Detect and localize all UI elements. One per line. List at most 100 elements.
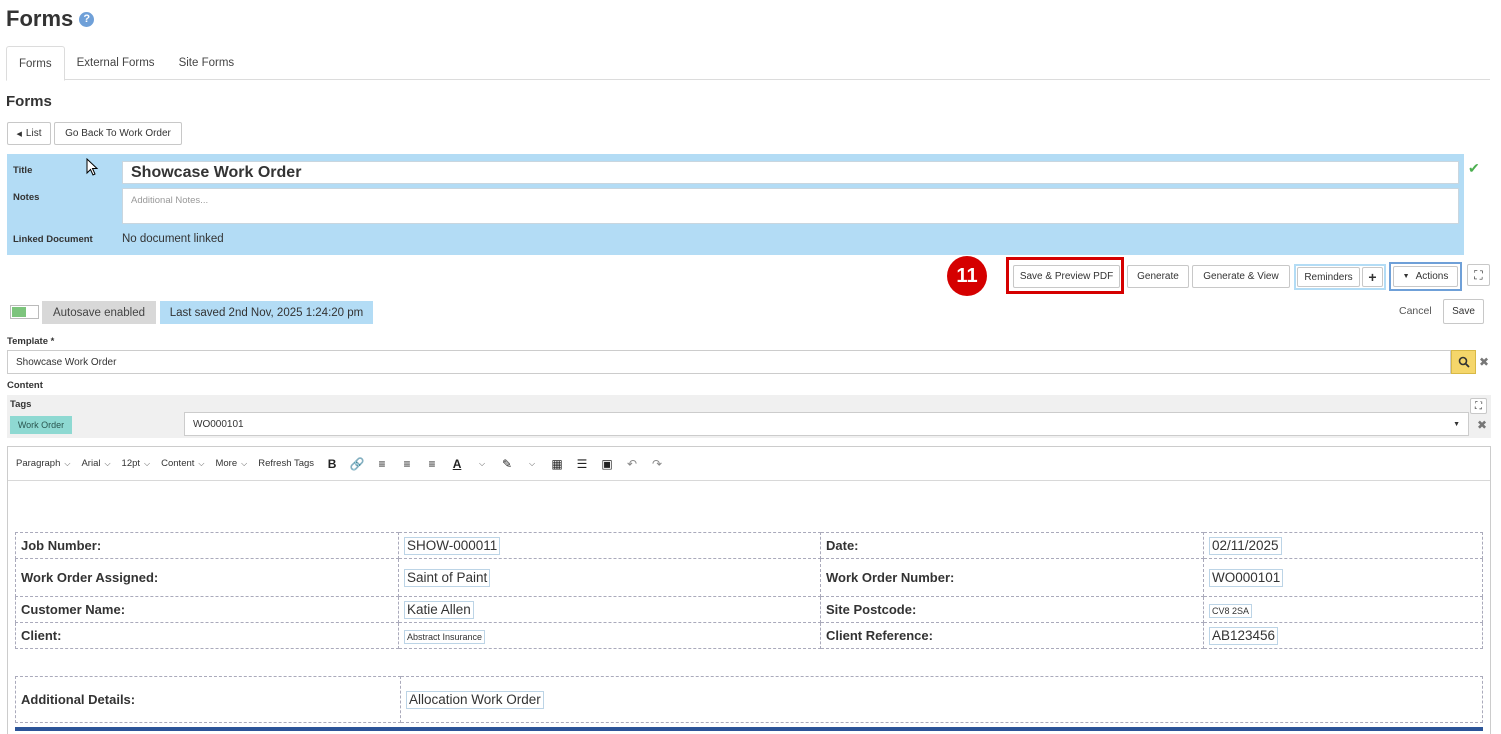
search-icon-glyph (1458, 356, 1470, 368)
content-label: Content (7, 380, 43, 391)
table-row: Customer Name: Katie Allen Site Postcode… (15, 596, 1483, 623)
highlight-icon[interactable]: ✎ (496, 453, 518, 475)
font-select-label: Arial (81, 458, 101, 469)
clear-template-icon[interactable]: ✖ (1479, 355, 1489, 369)
chevron-down-icon: ⌵ (198, 458, 205, 468)
notes-label: Notes (13, 192, 40, 203)
fullscreen-icon[interactable]: ⛶ (1467, 264, 1490, 286)
toggle-knob (12, 307, 26, 317)
cancel-link[interactable]: Cancel (1399, 305, 1432, 317)
check-icon: ✔ (1468, 160, 1480, 176)
search-icon[interactable] (1451, 350, 1476, 374)
tag-chip[interactable]: Work Order (10, 416, 72, 434)
caret-down-icon: ▼ (1402, 273, 1410, 280)
field-value: AB123456 (1209, 626, 1279, 645)
content-menu[interactable]: Content ⌵ (157, 453, 208, 475)
field-value: Allocation Work Order (406, 690, 544, 709)
align-center-icon[interactable]: ≡ (396, 453, 418, 475)
table-icon[interactable]: ▦ (546, 453, 568, 475)
tag-select-value: WO000101 (193, 418, 244, 430)
footer-rule (15, 727, 1483, 731)
text-color-icon[interactable]: A (446, 453, 468, 475)
table-cell-value[interactable]: Allocation Work Order (400, 676, 1483, 723)
tag-select[interactable]: WO000101 ▼ (184, 412, 1469, 436)
image-icon[interactable]: ▣ (596, 453, 618, 475)
table-cell-label: Site Postcode: (820, 596, 1204, 623)
undo-icon[interactable]: ↶ (621, 453, 643, 475)
bold-icon[interactable]: B (321, 453, 343, 475)
more-menu-label: More (215, 458, 238, 469)
save-preview-pdf-button[interactable]: Save & Preview PDF (1013, 265, 1120, 288)
more-menu[interactable]: More ⌵ (211, 453, 251, 475)
go-back-button[interactable]: Go Back To Work Order (54, 122, 182, 145)
table-row: Work Order Assigned: Saint of Paint Work… (15, 558, 1483, 597)
table-cell-value[interactable]: Katie Allen (398, 596, 821, 623)
section-title: Forms (6, 93, 52, 110)
table-cell-value[interactable]: WO000101 (1203, 558, 1483, 597)
save-button[interactable]: Save (1443, 299, 1484, 324)
field-value: Abstract Insurance (404, 629, 486, 644)
generate-button[interactable]: Generate (1127, 265, 1189, 288)
field-value: 02/11/2025 (1209, 536, 1282, 555)
linked-document-label: Linked Document (13, 234, 93, 245)
template-input[interactable]: Showcase Work Order (7, 350, 1451, 374)
expand-tags-icon[interactable]: ⛶ (1470, 398, 1487, 414)
paragraph-select-label: Paragraph (16, 458, 61, 469)
tab-site-forms[interactable]: Site Forms (167, 46, 247, 80)
autosave-status: Autosave enabled (42, 301, 156, 324)
clear-tags-icon[interactable]: ✖ (1477, 418, 1487, 432)
font-size-label: 12pt (121, 458, 141, 469)
paragraph-select[interactable]: Paragraph ⌵ (12, 453, 74, 475)
redo-icon[interactable]: ↷ (646, 453, 668, 475)
template-label: Template * (7, 336, 55, 347)
field-value: WO000101 (1209, 568, 1284, 587)
autosave-toggle[interactable] (10, 305, 39, 319)
table-cell-value[interactable]: 02/11/2025 (1203, 532, 1483, 559)
add-reminder-button[interactable]: + (1362, 267, 1383, 287)
list-button-label: List (25, 128, 42, 139)
reminders-group: Reminders + (1294, 264, 1386, 290)
table-cell-label: Work Order Assigned: (15, 558, 399, 597)
page-title: Forms ? (6, 6, 95, 32)
table-cell-label: Additional Details: (15, 676, 401, 723)
table-cell-label: Customer Name: (15, 596, 399, 623)
refresh-tags-button[interactable]: Refresh Tags (254, 453, 318, 475)
actions-button[interactable]: ▼ Actions (1393, 266, 1458, 287)
actions-group: ▼ Actions (1389, 262, 1462, 291)
reminders-button[interactable]: Reminders (1297, 267, 1360, 287)
notes-input[interactable]: Additional Notes... (122, 188, 1459, 224)
work-order-details-table: Job Number: SHOW-000011 Date: 02/11/2025… (15, 532, 1483, 649)
table-cell-value[interactable]: SHOW-000011 (398, 532, 821, 559)
chevron-down-icon[interactable]: ⌵ (521, 453, 543, 475)
chevron-down-icon[interactable]: ⌵ (471, 453, 493, 475)
title-input[interactable]: Showcase Work Order (122, 161, 1459, 184)
dropdown-caret-icon: ▼ (1453, 420, 1460, 428)
align-left-icon[interactable]: ≡ (371, 453, 393, 475)
font-size-select[interactable]: 12pt ⌵ (118, 453, 155, 475)
step-number-badge: 11 (947, 256, 987, 296)
table-cell-value[interactable]: Saint of Paint (398, 558, 821, 597)
font-select[interactable]: Arial ⌵ (77, 453, 114, 475)
table-cell-value[interactable]: CV8 2SA (1203, 596, 1483, 623)
field-value: Katie Allen (404, 600, 474, 619)
table-cell-value[interactable]: Abstract Insurance (398, 622, 821, 649)
title-label: Title (13, 165, 33, 176)
tab-external-forms[interactable]: External Forms (65, 46, 167, 80)
align-right-icon[interactable]: ≡ (421, 453, 443, 475)
list-icon[interactable]: ☰ (571, 453, 593, 475)
mouse-cursor-icon (86, 158, 99, 176)
tab-bar: Forms External Forms Site Forms (6, 46, 1490, 81)
help-icon[interactable]: ? (79, 11, 95, 27)
linked-document-value: No document linked (122, 233, 224, 245)
generate-view-button[interactable]: Generate & View (1192, 265, 1290, 288)
table-cell-label: Job Number: (15, 532, 399, 559)
table-cell-value[interactable]: AB123456 (1203, 622, 1483, 649)
tab-forms[interactable]: Forms (6, 46, 65, 81)
link-icon[interactable]: 🔗 (346, 453, 368, 475)
editor-toolbar: Paragraph ⌵ Arial ⌵ 12pt ⌵ Content ⌵ More ⌵ R… (8, 447, 1490, 481)
list-button[interactable]: ◀ List (7, 122, 51, 145)
table-row: Additional Details: Allocation Work Orde… (15, 676, 1483, 723)
chevron-down-icon: ⌵ (64, 458, 71, 468)
caret-left-icon: ◀ (16, 130, 22, 138)
tags-label: Tags (10, 399, 32, 410)
